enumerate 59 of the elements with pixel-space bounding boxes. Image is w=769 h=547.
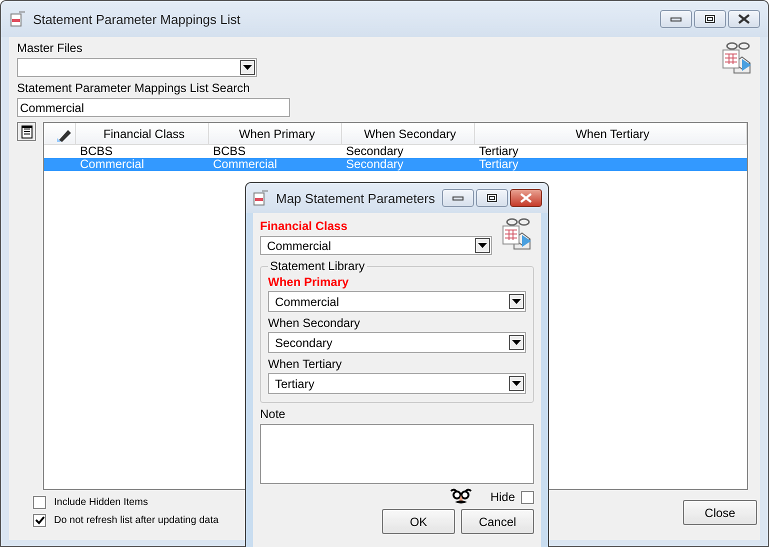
- close-icon: [737, 14, 751, 24]
- field-label: Statement Parameter Mappings List Search: [17, 81, 251, 95]
- minimize-button[interactable]: [442, 189, 474, 207]
- checkbox-label: Hide: [490, 490, 515, 504]
- disguise-glasses-icon: [450, 488, 472, 506]
- column-header[interactable]: When Tertiary: [475, 123, 747, 144]
- app-icon: [252, 189, 270, 207]
- maximize-button[interactable]: [694, 10, 726, 28]
- dropdown[interactable]: Tertiary: [268, 373, 526, 394]
- dropdown-arrow-icon: [512, 299, 521, 304]
- column-header[interactable]: When Secondary: [342, 123, 475, 144]
- note-field[interactable]: [260, 424, 534, 484]
- checkbox[interactable]: [521, 490, 534, 504]
- column-header[interactable]: Financial Class: [76, 123, 209, 144]
- field-label: When Primary: [268, 275, 350, 289]
- window-title: Statement Parameter Mappings List: [33, 12, 242, 26]
- field-label: Master Files: [17, 41, 84, 55]
- table-cell: Tertiary: [479, 158, 518, 171]
- dropdown-arrow-icon: [512, 340, 521, 345]
- close-button[interactable]: Close: [683, 500, 757, 525]
- dropdown[interactable]: Secondary: [268, 332, 526, 353]
- close-icon: [519, 193, 533, 203]
- table-cell: Commercial: [80, 158, 144, 171]
- maximize-button[interactable]: [476, 189, 508, 207]
- dropdown[interactable]: Commercial: [268, 291, 526, 312]
- close-button[interactable]: [728, 10, 760, 28]
- table-cell: BCBS: [80, 145, 113, 158]
- search-field[interactable]: Commercial: [17, 98, 290, 117]
- financial-class-dropdown[interactable]: Commercial: [260, 236, 492, 255]
- column-header[interactable]: When Primary: [209, 123, 342, 144]
- dialog-title: Map Statement Parameters: [276, 190, 436, 206]
- app-icon: [9, 10, 27, 28]
- group-title: Statement Library: [269, 259, 366, 273]
- column-chooser-button[interactable]: [17, 122, 36, 141]
- dialog-button[interactable]: OK: [382, 509, 455, 534]
- field-label: Financial Class: [260, 219, 348, 233]
- table-cell: Secondary: [346, 158, 404, 171]
- field-label: When Secondary: [268, 316, 362, 330]
- dropdown-arrow-icon: [243, 65, 252, 70]
- dropdown-arrow-icon: [512, 381, 521, 386]
- field-label: Note: [260, 407, 286, 421]
- field-label: When Tertiary: [268, 357, 343, 371]
- minimize-icon: [452, 195, 464, 201]
- checkbox-label: Do not refresh list after updating data: [54, 515, 219, 526]
- table-cell: Tertiary: [479, 145, 518, 158]
- checkbox[interactable]: [33, 496, 46, 509]
- checkbox[interactable]: [33, 514, 46, 527]
- table-cell: Secondary: [346, 145, 404, 158]
- close-button[interactable]: [510, 189, 542, 207]
- table-cell: Commercial: [213, 158, 278, 171]
- checkbox-label: Include Hidden Items: [54, 497, 148, 508]
- table-row[interactable]: BCBS BCBS Secondary Tertiary: [44, 145, 747, 158]
- maximize-icon: [704, 14, 716, 24]
- dialog-button[interactable]: Cancel: [461, 509, 534, 534]
- minimize-icon: [670, 16, 682, 22]
- dropdown-arrow-icon: [478, 243, 487, 248]
- maximize-icon: [486, 193, 498, 203]
- table-cell: BCBS: [213, 145, 246, 158]
- minimize-button[interactable]: [660, 10, 692, 28]
